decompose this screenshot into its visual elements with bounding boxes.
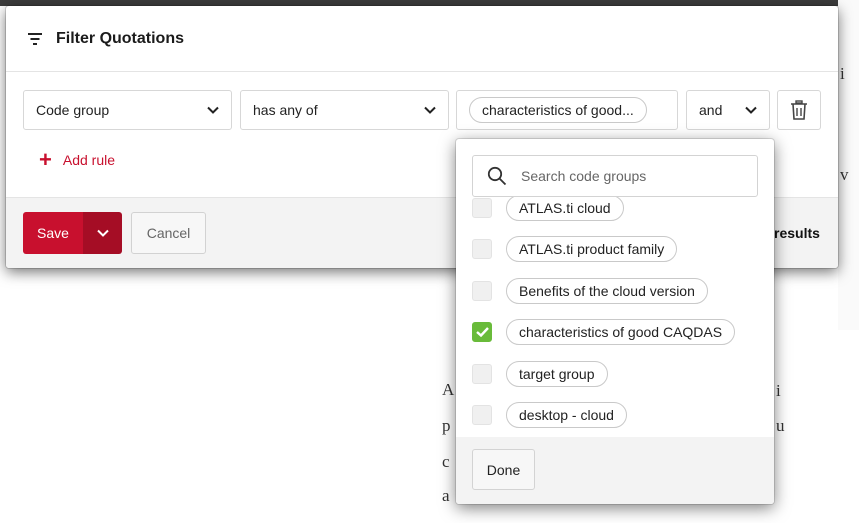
trash-icon [791,100,807,120]
code-group-list[interactable]: ATLAS.ti cloud ATLAS.ti product family B… [456,195,774,435]
value-select[interactable]: characteristics of good... [456,90,678,130]
background-text-fragment: i [840,64,845,83]
checkbox[interactable] [472,281,492,301]
list-item[interactable]: Benefits of the cloud version [472,278,708,304]
save-options-button[interactable] [83,212,122,254]
add-rule-button[interactable]: + Add rule [39,149,115,171]
done-button[interactable]: Done [472,449,535,490]
save-button[interactable]: Save [23,212,83,254]
background-text-fragment: c [442,452,450,471]
chevron-down-icon [96,229,109,237]
background-text-fragment: u [776,416,785,435]
combinator-select[interactable]: and [686,90,770,130]
combinator-select-value: and [699,102,723,118]
save-split-button: Save [23,212,122,254]
chevron-down-icon [745,106,757,114]
code-group-chip: Benefits of the cloud version [506,278,708,304]
code-group-chip: characteristics of good CAQDAS [506,319,736,345]
field-select[interactable]: Code group [23,90,232,130]
plus-icon: + [39,147,52,172]
checkbox-checked[interactable] [472,322,492,342]
checkbox[interactable] [472,198,492,218]
code-group-chip: desktop - cloud [506,402,627,428]
dropdown-footer: Done [456,437,774,504]
list-item[interactable]: characteristics of good CAQDAS [472,319,736,345]
chevron-down-icon [207,106,219,114]
background-text-fragment: p [442,416,451,435]
code-group-chip: target group [506,361,608,387]
list-item[interactable]: ATLAS.ti cloud [472,195,624,221]
delete-rule-button[interactable] [777,90,821,130]
checkbox[interactable] [472,364,492,384]
background-text-fragment: A [442,380,455,399]
add-rule-label: Add rule [62,152,116,168]
results-count: results [774,225,820,241]
selected-value-chip[interactable]: characteristics of good... [469,97,647,123]
dialog-header: Filter Quotations [6,6,838,72]
checkbox[interactable] [472,239,492,259]
search-input[interactable] [521,168,741,184]
list-item[interactable]: desktop - cloud [472,402,627,428]
search-field [472,155,758,197]
dialog-title: Filter Quotations [56,29,184,47]
background-text-fragment: v [840,165,849,184]
cancel-button[interactable]: Cancel [131,212,206,254]
list-item[interactable]: target group [472,361,608,387]
code-group-chip: ATLAS.ti cloud [506,195,624,221]
field-select-value: Code group [36,102,110,118]
code-group-dropdown: ATLAS.ti cloud ATLAS.ti product family B… [456,139,774,504]
checkbox[interactable] [472,405,492,425]
search-icon [487,166,507,186]
background-text-fragment: a [442,486,450,505]
code-group-chip: ATLAS.ti product family [506,236,678,262]
operator-select[interactable]: has any of [240,90,449,130]
list-item[interactable]: ATLAS.ti product family [472,236,678,262]
check-icon [475,327,489,337]
background-text-fragment: i [776,381,781,400]
filter-icon [28,32,42,45]
operator-select-value: has any of [253,102,318,118]
chevron-down-icon [424,106,436,114]
